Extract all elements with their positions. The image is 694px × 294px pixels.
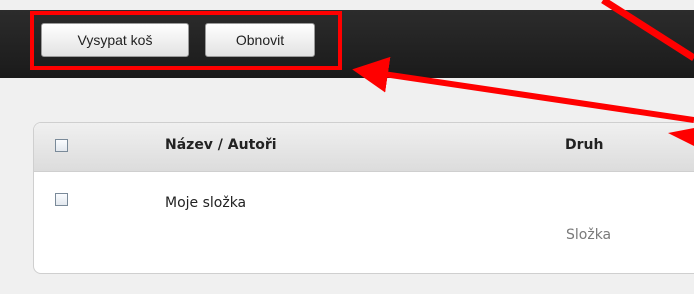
table-header: Název / Autoři Druh (34, 123, 694, 172)
column-header-name[interactable]: Název / Autoři (165, 137, 277, 153)
empty-trash-button[interactable]: Vysypat koš (41, 23, 189, 57)
select-all-checkbox[interactable] (55, 139, 68, 152)
row-name[interactable]: Moje složka (165, 195, 246, 211)
row-type: Složka (566, 227, 612, 243)
items-table: Název / Autoři Druh Moje složka Složka (33, 122, 694, 274)
toolbar: Vysypat koš Obnovit (0, 10, 694, 78)
refresh-button[interactable]: Obnovit (205, 23, 315, 57)
column-header-type[interactable]: Druh (565, 137, 603, 153)
row-checkbox[interactable] (55, 193, 68, 206)
